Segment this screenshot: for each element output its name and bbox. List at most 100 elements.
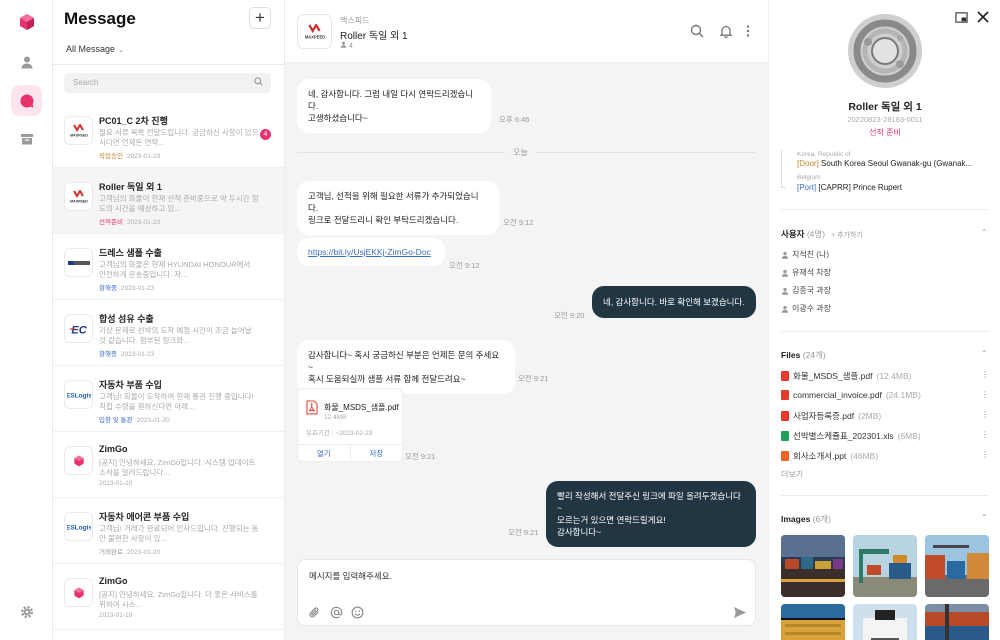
file-name: commercial_invoice.pdf bbox=[793, 390, 882, 400]
file-name: 회사소개서.ppt bbox=[793, 451, 847, 461]
message-line: 고생하셨습니다~ bbox=[308, 113, 368, 123]
add-user-button[interactable]: + 추가하기 bbox=[831, 232, 863, 239]
conversation-meta: 입항 및 통관 2023-01-20 bbox=[99, 414, 170, 424]
powerpoint-file-icon bbox=[781, 451, 789, 461]
origin-tag: [Door] bbox=[797, 159, 819, 168]
message-line: 네, 감사합니다. 바로 확인해 보겠습니다. bbox=[603, 297, 745, 307]
message-bubble-incoming: 고객님, 선적을 위해 필요한 서류가 추가되었습니다. 링크로 전달드리니 확인… bbox=[297, 181, 499, 235]
composer-placeholder: 메시지를 입력해주세요. bbox=[309, 571, 392, 581]
conversation-item[interactable]: ESLogis 자동차 부품 수입 고객님! 화물이 도착하여 현재 통관 진행… bbox=[53, 366, 284, 432]
file-item[interactable]: commercial_invoice.pdf (24.1MB) bbox=[781, 390, 921, 400]
file-size: (6MB) bbox=[897, 431, 921, 441]
person-icon bbox=[340, 41, 347, 48]
route-line bbox=[781, 150, 786, 188]
message-bubble-incoming: 감사합니다~ 혹시 궁금하신 부분은 언제든 문의 주세요~ 혹시 도움되실까 샘… bbox=[297, 340, 515, 394]
status-tag: 작업승인 bbox=[99, 153, 123, 160]
message-line: 모르는거 있으면 연락드릴게요! bbox=[557, 515, 666, 525]
message-bubble-incoming: 네, 감사합니다. 그럼 내일 다시 연락드리겠습니다. 고생하셨습니다~ bbox=[297, 79, 491, 133]
search-input[interactable]: Search bbox=[64, 73, 271, 93]
file-size: (12.4MB) bbox=[876, 371, 912, 381]
conversation-item[interactable]: ZimGo [공지] 안녕하세요. ZimGo입니다. 시스템 업데이트 소식을… bbox=[53, 432, 284, 498]
show-more-files-link[interactable]: 더보기 bbox=[781, 469, 803, 480]
users-count: (4명) bbox=[806, 229, 826, 239]
file-more-icon[interactable]: ⋮ bbox=[981, 410, 989, 419]
message-time: 오전 9:21 bbox=[405, 452, 436, 461]
open-file-button[interactable]: 열기 bbox=[298, 445, 350, 462]
conversation-item[interactable]: 드레스 샘플 수출 고객님의 화물은 현재 HYUNDAI HONOUR에서 안… bbox=[53, 234, 284, 300]
person-icon bbox=[781, 305, 789, 313]
bell-icon[interactable] bbox=[719, 24, 733, 38]
conversation-meta: 항해중 2023-01-23 bbox=[99, 282, 154, 292]
conversation-title: 자동차 부품 수입 bbox=[99, 380, 162, 390]
conversation-title: ZimGo bbox=[99, 576, 128, 586]
status-tag: 선적준비 bbox=[99, 219, 123, 226]
file-size: (24.1MB) bbox=[885, 390, 921, 400]
chevron-up-icon[interactable]: ⌃ bbox=[981, 228, 988, 237]
contacts-icon[interactable] bbox=[11, 46, 42, 77]
file-expiry: 유효기간 : ~2023-02-23 bbox=[306, 430, 373, 437]
file-more-icon[interactable]: ⋮ bbox=[981, 370, 989, 379]
files-count: (24개) bbox=[802, 350, 826, 360]
archive-icon[interactable] bbox=[11, 123, 42, 154]
file-more-icon[interactable]: ⋮ bbox=[981, 430, 989, 439]
image-thumbnail[interactable] bbox=[925, 604, 989, 640]
settings-gear-icon[interactable] bbox=[11, 596, 42, 627]
file-item[interactable]: 회사소개서.ppt (46MB) bbox=[781, 450, 878, 462]
conversation-preview: 고객님의 화물이 현재 선적 준비중으로 약 두시간 정도의 시간을 예상하고 … bbox=[99, 194, 259, 213]
picture-in-picture-icon[interactable] bbox=[955, 11, 968, 24]
document-link[interactable]: https://bit.ly/UsjEKKj-ZimGo-Doc bbox=[308, 247, 431, 257]
conversation-details-panel: Roller 독일 외 1 20220823-28163-0011 선적 준비 … bbox=[768, 0, 1000, 640]
image-thumbnail[interactable] bbox=[853, 535, 917, 597]
image-thumbnail[interactable] bbox=[853, 604, 917, 640]
emoji-icon[interactable] bbox=[351, 606, 364, 619]
conversation-title: 자동차 에어콘 부품 수입 bbox=[99, 512, 190, 522]
image-thumbnail[interactable] bbox=[781, 604, 845, 640]
send-icon[interactable] bbox=[733, 606, 747, 619]
new-conversation-button[interactable]: + bbox=[249, 7, 271, 29]
pdf-file-icon bbox=[306, 400, 318, 415]
file-more-icon[interactable]: ⋮ bbox=[981, 450, 989, 459]
image-thumbnail[interactable] bbox=[781, 535, 845, 597]
user-name: 김종국 과장 bbox=[792, 286, 832, 295]
mention-icon[interactable] bbox=[330, 606, 343, 619]
save-file-button[interactable]: 저장 bbox=[349, 445, 403, 462]
divider bbox=[781, 209, 989, 210]
message-line: 고객님, 선적을 위해 필요한 서류가 추가되었습니다. bbox=[308, 191, 479, 213]
conversation-meta: 거래완료 2023-01-20 bbox=[99, 546, 160, 556]
app-logo-icon[interactable] bbox=[11, 6, 42, 37]
conversation-list-panel: Message + All Message ⌄ Search MAXPEED PC… bbox=[53, 0, 285, 640]
maxpeed-logo-icon: MAXPEED bbox=[297, 14, 332, 49]
message-composer[interactable]: 메시지를 입력해주세요. bbox=[297, 559, 756, 626]
zimgo-logo-icon bbox=[64, 578, 93, 607]
person-icon bbox=[781, 287, 789, 295]
file-name: 사업자등록증.pdf bbox=[793, 411, 855, 421]
conversation-item[interactable]: ZimGo [공지] 안녕하세요. ZimGo입니다. 더 좋은 서비스를 위하… bbox=[53, 564, 284, 630]
message-filter-dropdown[interactable]: All Message ⌄ bbox=[66, 44, 124, 54]
user-name: 지석진 (나) bbox=[792, 250, 829, 259]
destination-tag: [Port] bbox=[797, 183, 817, 192]
chevron-up-icon[interactable]: ⌃ bbox=[981, 513, 988, 522]
conversation-item[interactable]: MAXPEED Roller 독일 외 1 고객님의 화물이 현재 선적 준비중… bbox=[53, 168, 284, 234]
conversation-date: 2023-01-18 bbox=[99, 612, 133, 619]
more-vertical-icon[interactable] bbox=[745, 24, 751, 38]
image-thumbnail[interactable] bbox=[925, 535, 989, 597]
file-item[interactable]: 선박별스케쥴표_202301.xls (6MB) bbox=[781, 430, 921, 442]
attachment-icon[interactable] bbox=[308, 606, 321, 619]
chevron-up-icon[interactable]: ⌃ bbox=[981, 349, 988, 358]
status-tag: 항해중 bbox=[99, 285, 117, 292]
status-tag: 입항 및 통관 bbox=[99, 417, 133, 424]
conversation-item[interactable]: ESLogis 자동차 에어콘 부품 수입 고객님! 거래가 완료되어 인사드립… bbox=[53, 498, 284, 564]
file-item[interactable]: 화물_MSDS_샘플.pdf (12.4MB) bbox=[781, 370, 911, 382]
file-more-icon[interactable]: ⋮ bbox=[981, 390, 989, 399]
user-name: 유재석 차장 bbox=[792, 268, 832, 277]
close-icon[interactable] bbox=[977, 11, 989, 23]
conversation-item[interactable]: MAXPEED PC01_C 2차 진행 필요 서류 목록 전달드립니다. 궁금… bbox=[53, 102, 284, 168]
conversation-item[interactable]: EC 합성 섬유 수출 기상 문제로 선박의 도착 예정 시간이 조금 늘어날 … bbox=[53, 300, 284, 366]
search-icon[interactable] bbox=[690, 24, 704, 38]
chat-panel: MAXPEED 맥스피드 Roller 독일 외 1 4 네, 감사합니다. 그… bbox=[285, 0, 768, 640]
destination-address-text: [CAPRR] Prince Rupert bbox=[818, 183, 902, 192]
images-count: (6개) bbox=[812, 514, 831, 524]
conversation-meta: 작업승인 2023-01-23 bbox=[99, 150, 160, 160]
messages-icon[interactable] bbox=[11, 85, 42, 116]
file-item[interactable]: 사업자등록증.pdf (2MB) bbox=[781, 410, 881, 422]
